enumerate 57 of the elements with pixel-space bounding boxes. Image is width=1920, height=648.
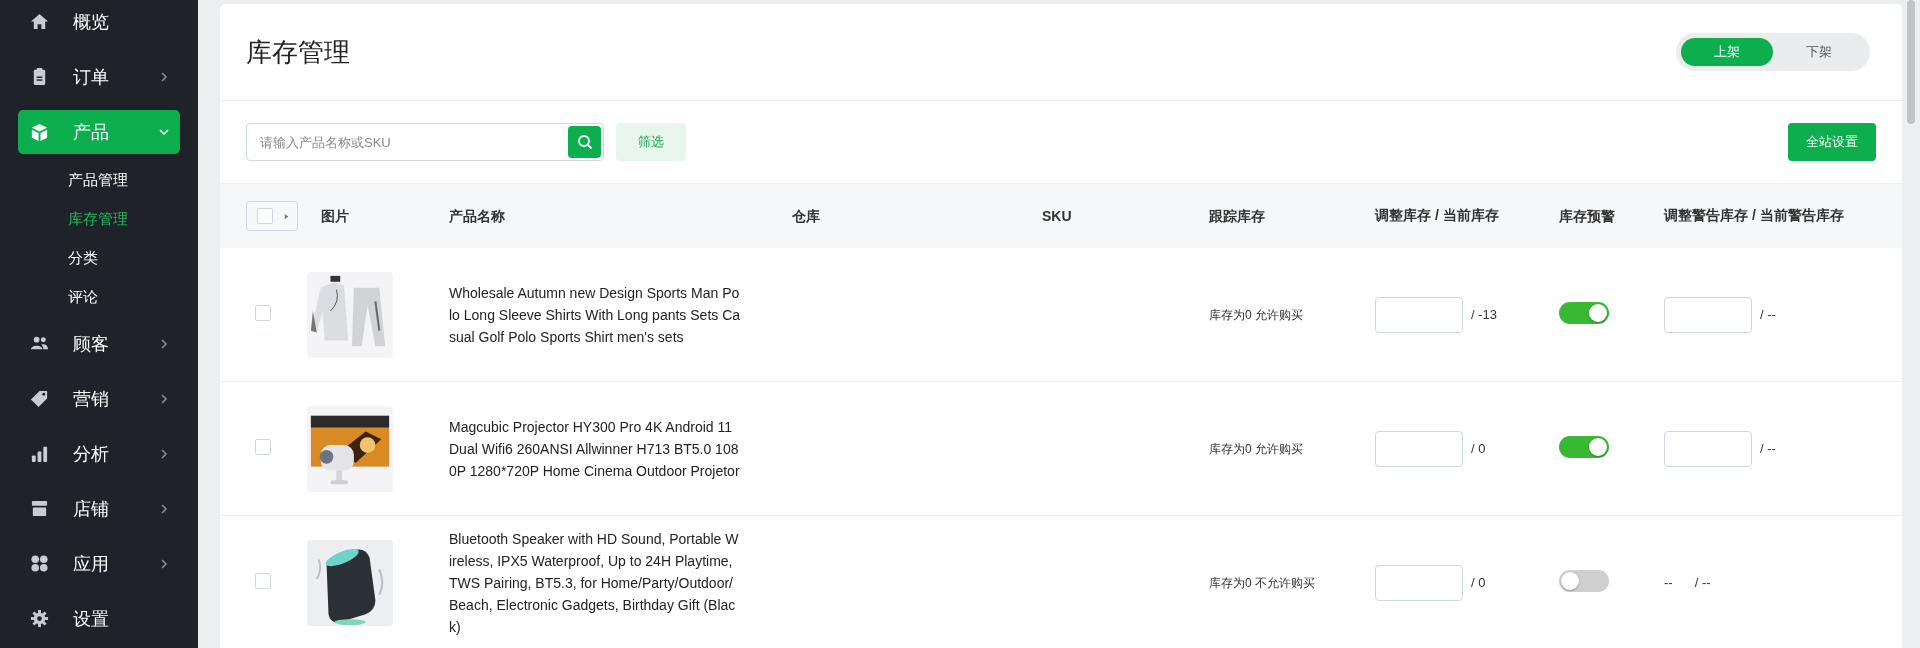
select-all-dropdown[interactable] [246, 201, 298, 231]
column-header: 跟踪库存 [1209, 207, 1265, 224]
submenu-item[interactable]: 库存管理 [0, 199, 198, 238]
alert-toggle[interactable] [1559, 301, 1609, 324]
search-icon [576, 134, 593, 150]
status-tab[interactable]: 下架 [1773, 38, 1865, 66]
search-button[interactable] [568, 126, 601, 158]
product-name: Bluetooth Speaker with HD Sound, Portable Wireless, IPX5 Waterproof, Up to 24H Playtime, TWS Pairing, BT5.3, for Home/Party/Outdoor/Beach, Electronic Gadgets, Birthday Gift (Black) [449, 529, 740, 637]
tracking-status: 库存为0 允许购买 [1209, 442, 1303, 456]
store-icon [30, 499, 49, 518]
current-warning-stock: / -- [1760, 441, 1776, 456]
submenu-item[interactable]: 分类 [0, 238, 198, 277]
column-header: 图片 [321, 207, 349, 224]
tracking-status: 库存为0 允许购买 [1209, 308, 1303, 322]
nav-item[interactable]: 分析 [0, 426, 198, 481]
tracking-status: 库存为0 不允许购买 [1209, 576, 1315, 590]
column-header: 调整库存 / 当前库存 [1375, 207, 1499, 225]
column-header: 调整警告库存 / 当前警告库存 [1664, 207, 1844, 225]
column-header: 仓库 [792, 207, 820, 224]
caret-icon [283, 212, 290, 220]
stock-input[interactable] [1375, 564, 1463, 601]
page-title: 库存管理 [246, 35, 351, 69]
bars-icon [30, 444, 49, 463]
current-stock: / 0 [1471, 575, 1486, 590]
apps-icon [30, 554, 49, 573]
column-header: 库存预警 [1559, 207, 1615, 224]
row-checkbox[interactable] [255, 438, 271, 455]
nav-item[interactable]: 顾客 [0, 316, 198, 371]
search-field[interactable]: 请输入产品名称或SKU [246, 123, 604, 161]
alert-toggle[interactable] [1559, 435, 1609, 458]
warning-stock-value: -- [1664, 575, 1673, 590]
column-header: 产品名称 [449, 207, 505, 224]
column-header: SKU [1042, 208, 1072, 224]
alert-toggle[interactable] [1559, 569, 1609, 592]
product-name: Magcubic Projector HY300 Pro 4K Android 11 Dual Wifi6 260ANSI Allwinner H713 BT5.0 1080P 1280*720P Home Cinema Outdoor Projetor [449, 417, 741, 481]
submenu-item[interactable]: 评论 [0, 277, 198, 316]
nav-item[interactable]: 订单 [0, 49, 198, 104]
nav-item[interactable]: 店铺 [0, 481, 198, 536]
tag-icon [30, 389, 49, 408]
box-icon [30, 122, 49, 142]
nav-item[interactable]: 概览 [0, 0, 198, 49]
stock-input[interactable] [1375, 430, 1463, 467]
nav-item[interactable]: 设置 [0, 591, 198, 646]
current-warning-stock: / -- [1760, 307, 1776, 322]
warning-stock-input[interactable] [1664, 296, 1752, 333]
current-stock: / -13 [1471, 307, 1497, 322]
row-checkbox[interactable] [255, 304, 271, 321]
warning-stock-input[interactable] [1664, 430, 1752, 467]
current-warning-stock: / -- [1694, 575, 1711, 590]
product-name: Wholesale Autumn new Design Sports Man Polo Long Sleeve Shirts With Long pants Sets Casual Golf Polo Sports Shirt men's sets [449, 283, 741, 347]
stock-input[interactable] [1375, 296, 1463, 333]
nav-item[interactable]: 营销 [0, 371, 198, 426]
submenu-item[interactable]: 产品管理 [0, 160, 198, 199]
current-stock: / 0 [1471, 441, 1486, 456]
home-icon [30, 12, 49, 31]
row-checkbox[interactable] [255, 572, 271, 589]
nav-item[interactable]: 应用 [0, 536, 198, 591]
